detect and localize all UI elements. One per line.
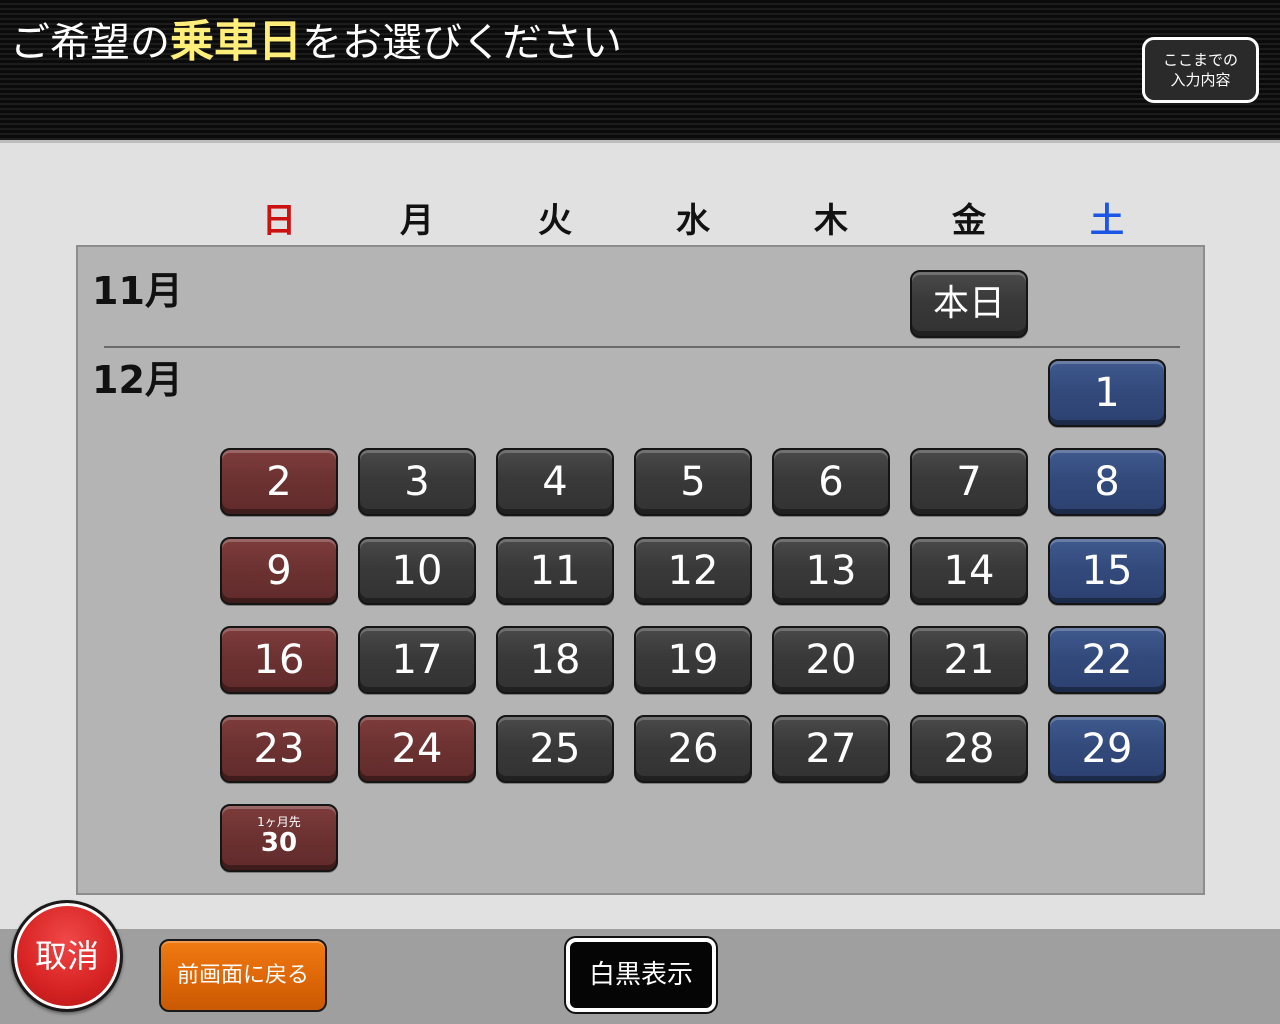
weekday-monday: 月: [400, 201, 434, 241]
day-number-30: 30: [260, 828, 298, 858]
title-prefix: ご希望の: [10, 20, 170, 66]
day-button-30[interactable]: 1ヶ月先 30: [220, 804, 338, 872]
day-button-20[interactable]: 20: [772, 626, 890, 694]
day-button-2[interactable]: 2: [220, 448, 338, 516]
day-button-27[interactable]: 27: [772, 715, 890, 783]
day-button-29[interactable]: 29: [1048, 715, 1166, 783]
weekday-wednesday: 水: [676, 201, 710, 241]
page-title: ご希望の乗車日をお選びください: [10, 14, 622, 71]
day-button-4[interactable]: 4: [496, 448, 614, 516]
day-button-19[interactable]: 19: [634, 626, 752, 694]
one-month-ahead-note: 1ヶ月先: [257, 815, 301, 829]
cancel-button[interactable]: 取消: [11, 900, 123, 1012]
header-bar: ご希望の乗車日をお選びください ここまでの 入力内容: [0, 0, 1280, 143]
day-button-3[interactable]: 3: [358, 448, 476, 516]
weekday-tuesday: 火: [538, 201, 572, 241]
weekday-thursday: 木: [814, 201, 848, 241]
today-button[interactable]: 本日: [910, 270, 1028, 338]
title-suffix: をお選びください: [302, 20, 622, 66]
day-button-26[interactable]: 26: [634, 715, 752, 783]
day-button-23[interactable]: 23: [220, 715, 338, 783]
day-button-21[interactable]: 21: [910, 626, 1028, 694]
day-button-17[interactable]: 17: [358, 626, 476, 694]
day-button-9[interactable]: 9: [220, 537, 338, 605]
day-button-8[interactable]: 8: [1048, 448, 1166, 516]
monochrome-display-button[interactable]: 白黒表示: [566, 938, 716, 1012]
title-highlight: 乗車日: [170, 16, 302, 67]
day-button-10[interactable]: 10: [358, 537, 476, 605]
weekday-sunday: 日: [262, 201, 296, 241]
day-button-28[interactable]: 28: [910, 715, 1028, 783]
day-button-16[interactable]: 16: [220, 626, 338, 694]
day-button-11[interactable]: 11: [496, 537, 614, 605]
month-divider: [104, 346, 1180, 348]
day-button-13[interactable]: 13: [772, 537, 890, 605]
weekday-friday: 金: [952, 201, 986, 241]
day-button-1[interactable]: 1: [1048, 359, 1166, 427]
day-button-12[interactable]: 12: [634, 537, 752, 605]
back-button[interactable]: 前画面に戻る: [159, 939, 327, 1012]
day-button-22[interactable]: 22: [1048, 626, 1166, 694]
day-button-18[interactable]: 18: [496, 626, 614, 694]
month-label-december: 12月: [92, 358, 183, 402]
month-label-november: 11月: [92, 269, 183, 313]
day-button-25[interactable]: 25: [496, 715, 614, 783]
day-button-7[interactable]: 7: [910, 448, 1028, 516]
day-button-14[interactable]: 14: [910, 537, 1028, 605]
day-button-15[interactable]: 15: [1048, 537, 1166, 605]
day-button-24[interactable]: 24: [358, 715, 476, 783]
weekday-saturday: 土: [1090, 201, 1124, 241]
input-summary-button[interactable]: ここまでの 入力内容: [1142, 37, 1259, 103]
day-button-5[interactable]: 5: [634, 448, 752, 516]
day-button-6[interactable]: 6: [772, 448, 890, 516]
